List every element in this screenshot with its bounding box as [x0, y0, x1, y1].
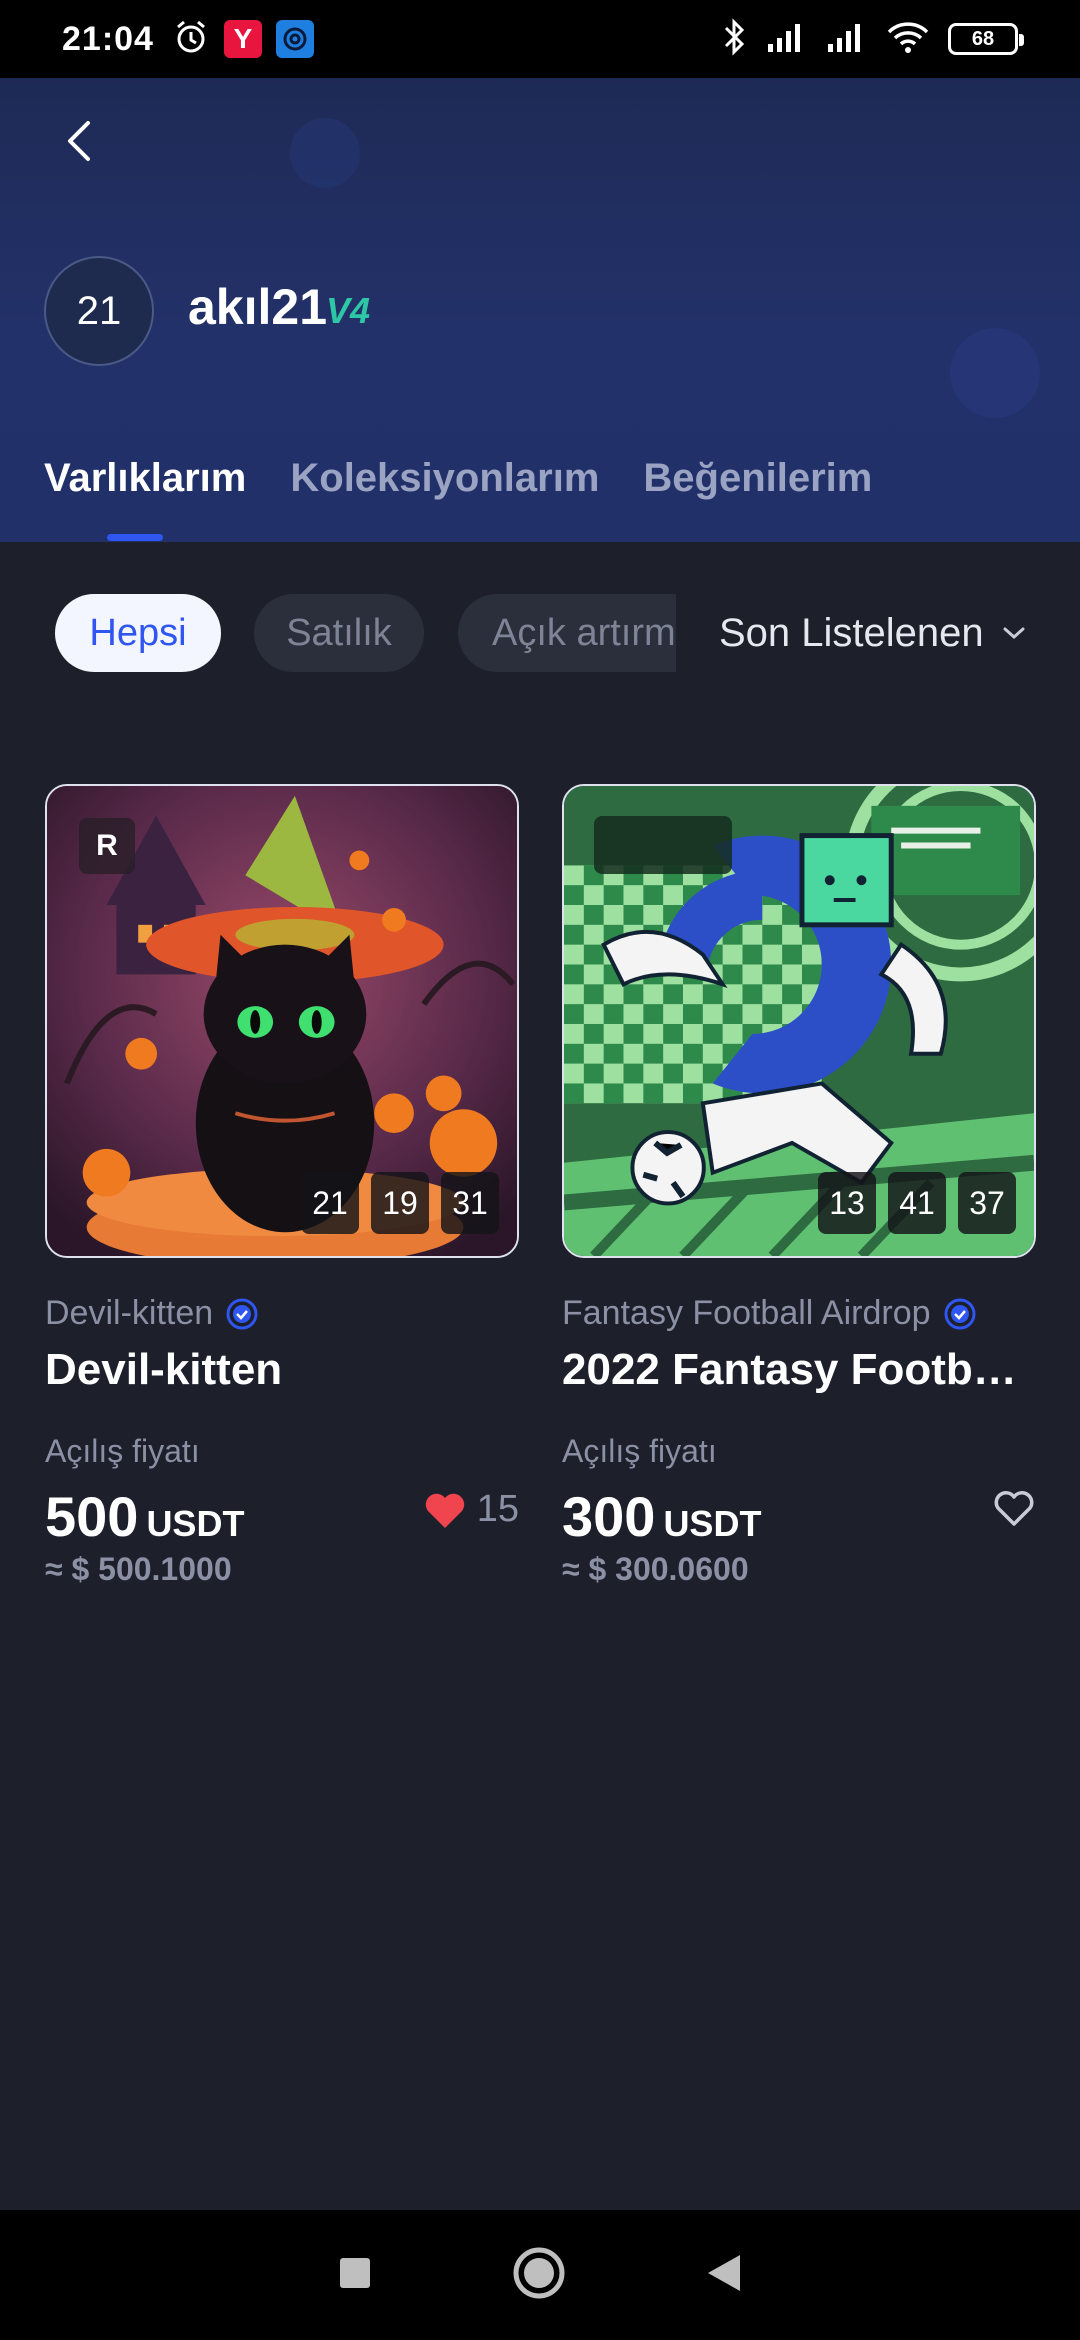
- screen: 21:04 Y 68 21 akıl21 V4 Varlıklarım Kole…: [0, 0, 1080, 2340]
- app-icon: [275, 20, 314, 58]
- timer-minutes: 19: [371, 1172, 429, 1234]
- header-decoration: [290, 118, 360, 188]
- rarity-badge: [594, 816, 732, 874]
- avatar[interactable]: 21: [44, 256, 154, 366]
- alarm-icon: [172, 18, 210, 61]
- username: akıl21: [188, 279, 328, 335]
- verified-icon: [226, 1298, 258, 1329]
- nft-image[interactable]: 13 41 37: [562, 784, 1036, 1258]
- status-bar: 21:04 Y 68: [0, 0, 1080, 78]
- timer-minutes: 41: [888, 1172, 946, 1234]
- status-time: 21:04: [62, 19, 154, 58]
- nft-title[interactable]: 2022 Fantasy Football...: [562, 1345, 1036, 1395]
- collection-row[interactable]: Fantasy Football Airdrop: [562, 1294, 1036, 1333]
- square-icon: [340, 2257, 370, 2288]
- active-tab-indicator: [107, 534, 163, 541]
- price-value: 300: [562, 1485, 656, 1548]
- home-button[interactable]: [512, 2246, 566, 2305]
- signal-icon: [766, 20, 808, 59]
- countdown-timer: 21 19 31: [301, 1172, 499, 1234]
- yandex-icon: Y: [223, 20, 262, 58]
- signal-icon: [826, 20, 868, 59]
- like-button[interactable]: 15: [423, 1488, 519, 1531]
- nft-image[interactable]: R 21 19 31: [45, 784, 519, 1258]
- price-usd: ≈ $ 300.0600: [562, 1551, 749, 1587]
- timer-hours: 13: [818, 1172, 876, 1234]
- nft-title[interactable]: Devil-kitten: [45, 1345, 519, 1395]
- wifi-icon: [886, 20, 930, 59]
- heart-filled-icon: [425, 1493, 464, 1528]
- collection-name[interactable]: Devil-kitten: [45, 1294, 213, 1333]
- bluetooth-icon: [722, 17, 748, 61]
- filter-chip-for-sale[interactable]: Satılık: [254, 594, 424, 672]
- timer-hours: 21: [301, 1172, 359, 1234]
- header-decoration: [950, 328, 1040, 418]
- price-label: Açılış fiyatı: [45, 1433, 200, 1469]
- price-currency: USDT: [663, 1503, 762, 1544]
- back-nav-button[interactable]: [706, 2253, 742, 2298]
- sort-dropdown[interactable]: Son Listelenen: [676, 594, 1080, 672]
- timer-seconds: 37: [958, 1172, 1016, 1234]
- like-count: 15: [476, 1488, 519, 1530]
- level-badge: V4: [326, 290, 371, 331]
- like-button[interactable]: [992, 1488, 1036, 1528]
- recents-button[interactable]: [338, 2256, 372, 2295]
- back-button[interactable]: [52, 114, 106, 168]
- collection-name[interactable]: Fantasy Football Airdrop: [562, 1294, 931, 1333]
- circle-icon: [513, 2247, 565, 2298]
- filter-chip-auction[interactable]: Açık artırma: [458, 594, 676, 672]
- collection-row[interactable]: Devil-kitten: [45, 1294, 519, 1333]
- price-currency: USDT: [146, 1503, 245, 1544]
- tab-assets[interactable]: Varlıklarım: [44, 456, 246, 501]
- price-usd: ≈ $ 500.1000: [45, 1551, 232, 1587]
- price-row: 300 USDT: [562, 1484, 1036, 1549]
- filter-chip-all[interactable]: Hepsi: [55, 594, 221, 672]
- nft-card[interactable]: R 21 19 31 Devil-kitten Devil-kitten Açı…: [45, 784, 519, 1588]
- rarity-badge: R: [79, 818, 135, 874]
- sort-label: Son Listelenen: [719, 610, 984, 655]
- tab-likes[interactable]: Beğenilerim: [643, 456, 872, 501]
- verified-icon: [944, 1298, 976, 1329]
- system-nav-bar: [0, 2210, 1080, 2340]
- chevron-down-icon: [1003, 627, 1025, 640]
- profile-header: 21 akıl21 V4 Varlıklarım Koleksiyonlarım…: [0, 78, 1080, 542]
- countdown-timer: 13 41 37: [818, 1172, 1016, 1234]
- back-arrow-icon: [68, 121, 90, 161]
- nft-card[interactable]: 13 41 37 Fantasy Football Airdrop 2022 F…: [562, 784, 1036, 1588]
- filter-bar: Hepsi Satılık Açık artırma Son Listelene…: [0, 594, 1080, 678]
- timer-seconds: 31: [441, 1172, 499, 1234]
- heart-outline-icon: [994, 1491, 1034, 1526]
- triangle-back-icon: [708, 2254, 740, 2291]
- profile-tabs: Varlıklarım Koleksiyonlarım Beğenilerim: [44, 456, 872, 501]
- tab-collections[interactable]: Koleksiyonlarım: [290, 456, 599, 501]
- price-value: 500: [45, 1485, 139, 1548]
- price-label: Açılış fiyatı: [562, 1433, 717, 1469]
- battery-icon: 68: [948, 23, 1024, 55]
